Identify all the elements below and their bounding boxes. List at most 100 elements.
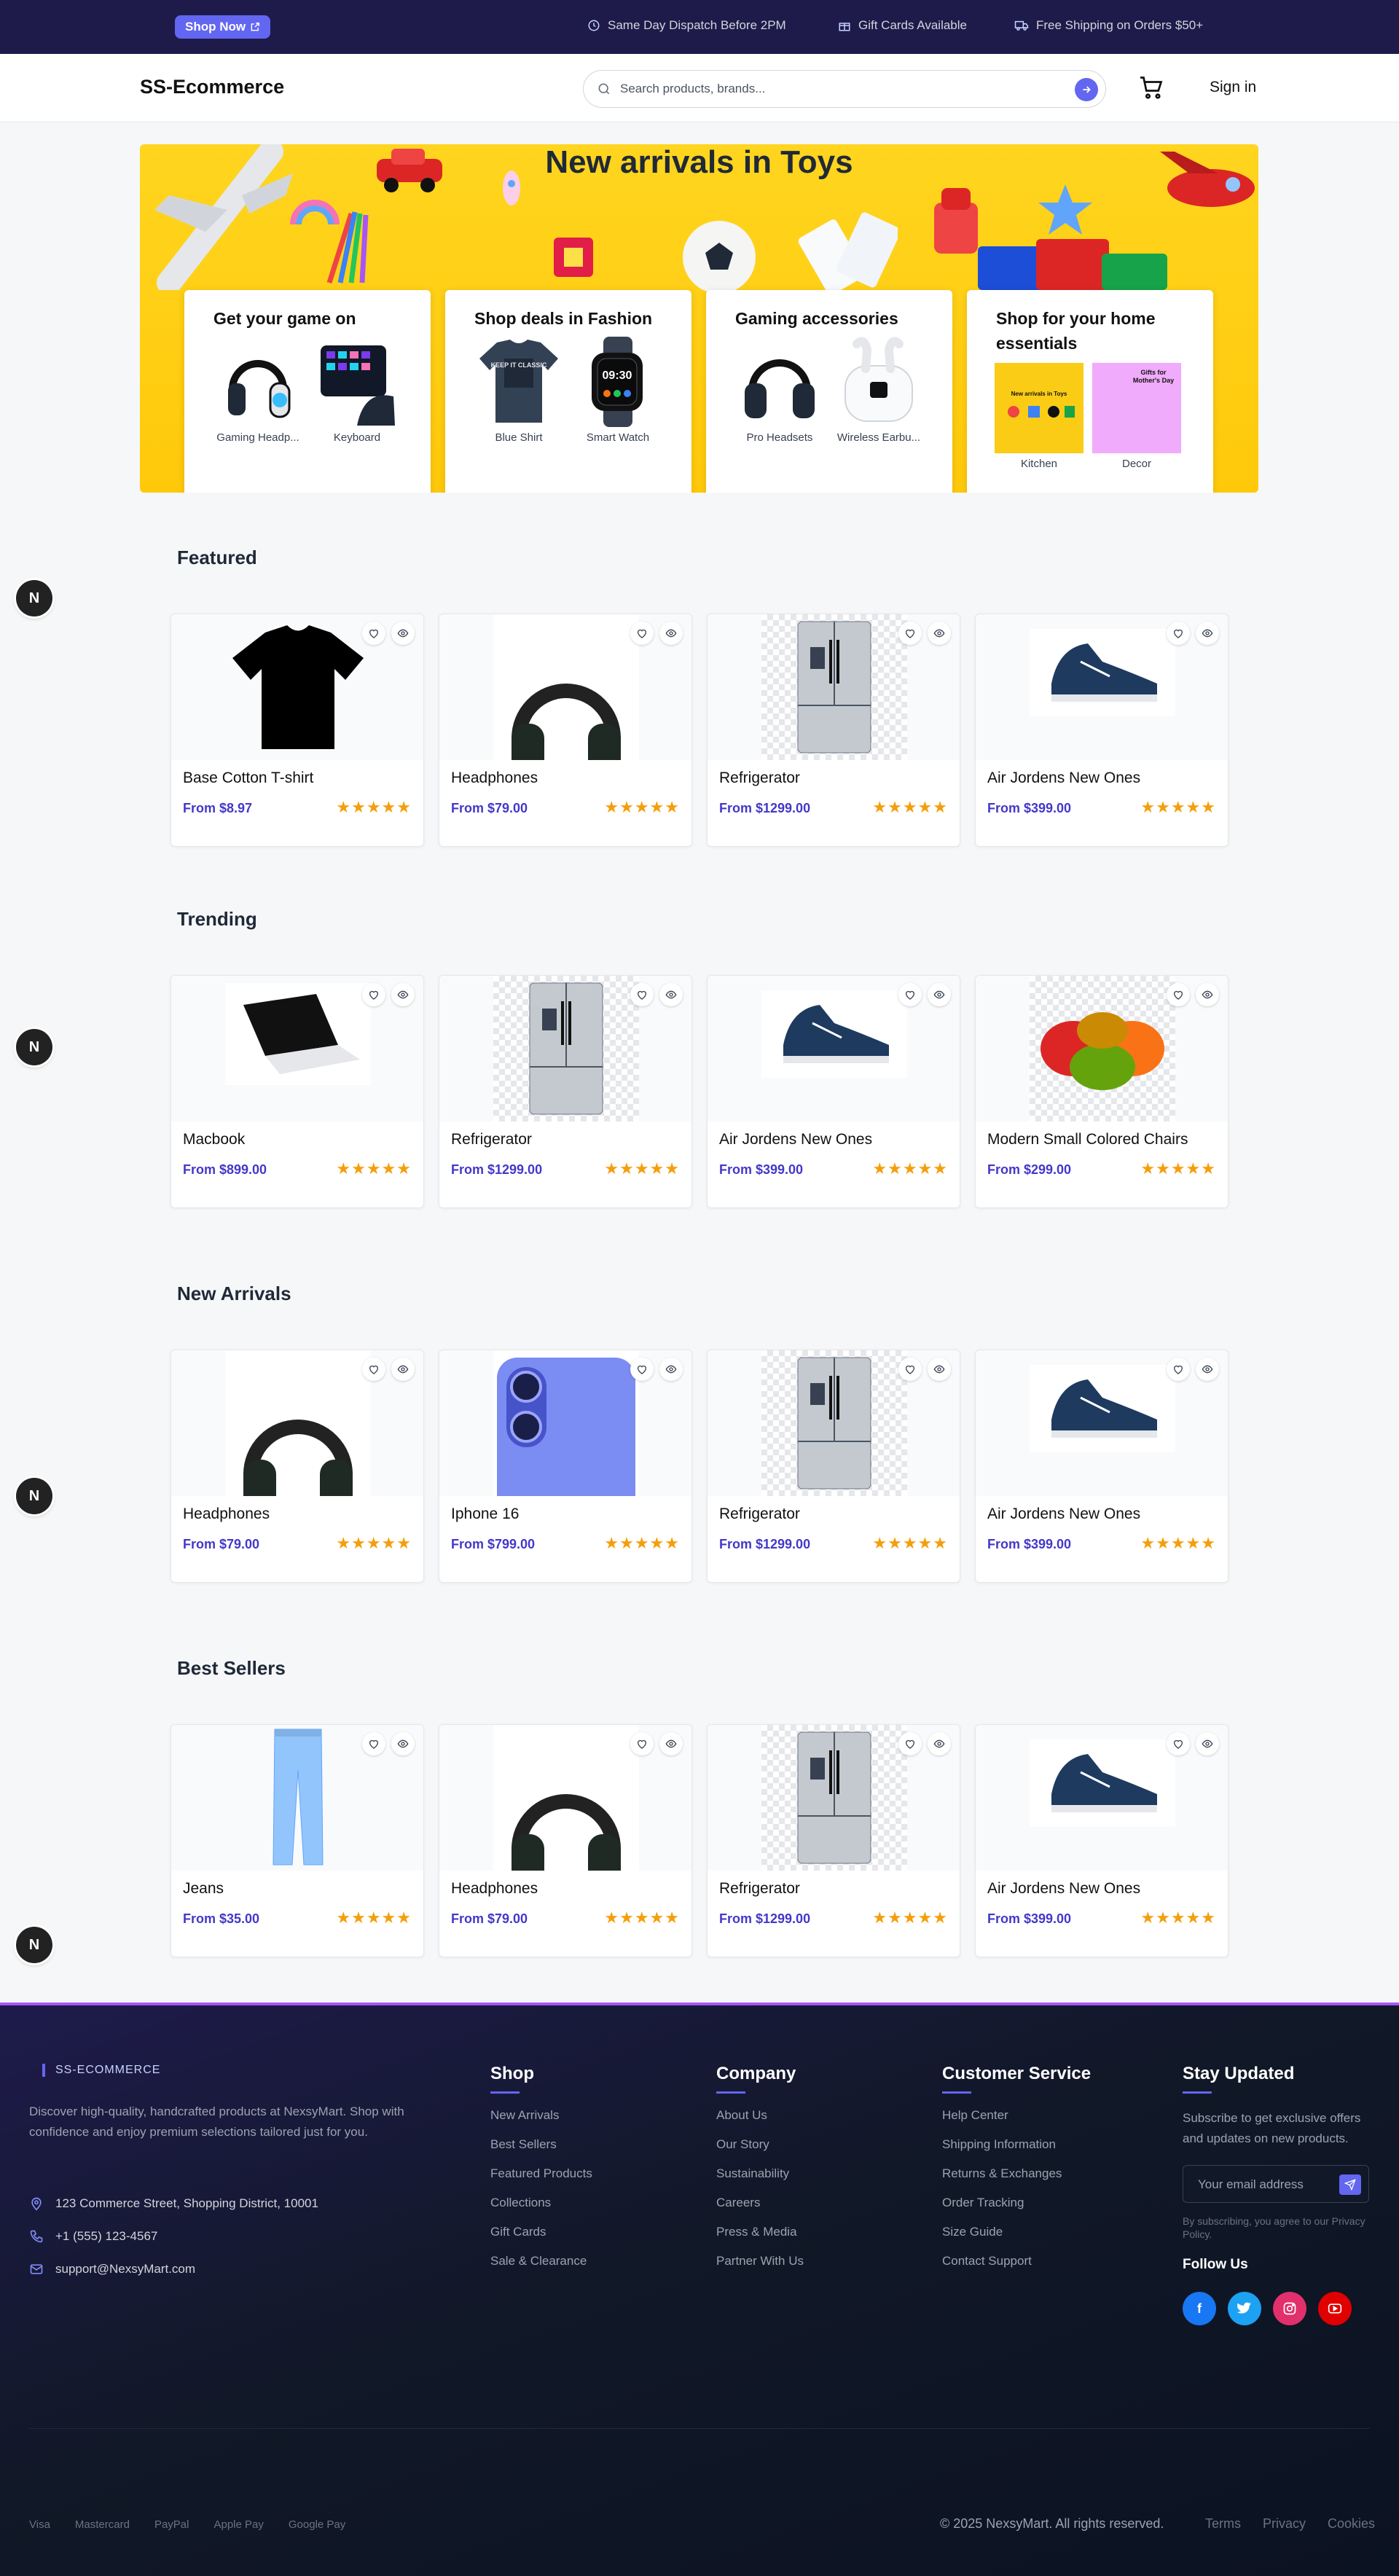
quick-view-eye-icon[interactable]	[928, 1358, 951, 1381]
tile-kitchen[interactable]: New arrivals in Toys Kitchen	[995, 363, 1083, 470]
product-card[interactable]: Air Jordens New Ones From $399.00 ★★★★★	[975, 1724, 1228, 1957]
footer-link[interactable]: Terms	[1205, 2516, 1241, 2532]
tile-decor[interactable]: Gifts for Mother's Day Decor	[1092, 363, 1181, 470]
product-card[interactable]: Macbook From $899.00 ★★★★★	[171, 975, 424, 1208]
quick-view-eye-icon[interactable]	[1196, 622, 1219, 645]
instagram-icon[interactable]	[1273, 2292, 1306, 2325]
search-input[interactable]	[620, 77, 1057, 101]
quick-view-eye-icon[interactable]	[928, 983, 951, 1006]
footer-phone[interactable]: +1 (555) 123-4567	[29, 2229, 157, 2244]
product-card[interactable]: Iphone 16 From $799.00 ★★★★★	[439, 1350, 692, 1583]
footer-link[interactable]: Size Guide	[942, 2225, 1091, 2254]
product-card[interactable]: Air Jordens New Ones From $399.00 ★★★★★	[707, 975, 960, 1208]
footer-link[interactable]: Mastercard	[75, 2518, 130, 2531]
footer-link[interactable]: Order Tracking	[942, 2196, 1091, 2225]
footer-link[interactable]: Privacy	[1263, 2516, 1306, 2532]
card-gaming[interactable]: Get your game on Gaming Headp... Keyboar…	[184, 290, 431, 493]
wishlist-heart-icon[interactable]	[630, 622, 654, 645]
footer-link[interactable]: Sale & Clearance	[490, 2254, 592, 2283]
product-card[interactable]: Refrigerator From $1299.00 ★★★★★	[707, 1724, 960, 1957]
facebook-icon[interactable]: f	[1183, 2292, 1216, 2325]
product-name[interactable]: Modern Small Colored Chairs	[987, 1131, 1188, 1148]
quick-view-eye-icon[interactable]	[928, 1732, 951, 1755]
wishlist-heart-icon[interactable]	[362, 983, 385, 1006]
product-name[interactable]: Air Jordens New Ones	[987, 1506, 1140, 1523]
quick-view-eye-icon[interactable]	[659, 622, 683, 645]
product-name[interactable]: Air Jordens New Ones	[987, 1880, 1140, 1898]
footer-link[interactable]: Partner With Us	[716, 2254, 804, 2283]
footer-link[interactable]: Shipping Information	[942, 2137, 1091, 2166]
product-card[interactable]: Base Cotton T-shirt From $8.97 ★★★★★	[171, 614, 424, 847]
product-name[interactable]: Refrigerator	[719, 1880, 800, 1898]
footer-link[interactable]: Cookies	[1328, 2516, 1375, 2532]
product-name[interactable]: Headphones	[451, 1880, 538, 1898]
wishlist-heart-icon[interactable]	[1167, 1732, 1190, 1755]
footer-link[interactable]: Gift Cards	[490, 2225, 592, 2254]
quick-view-eye-icon[interactable]	[659, 1358, 683, 1381]
footer-link[interactable]: Best Sellers	[490, 2137, 592, 2166]
card-fashion[interactable]: Shop deals in Fashion KEEP IT CLASSIC Bl…	[445, 290, 691, 493]
product-card[interactable]: Modern Small Colored Chairs From $299.00 ★…	[975, 975, 1228, 1208]
quick-view-eye-icon[interactable]	[391, 983, 415, 1006]
footer-link[interactable]: Our Story	[716, 2137, 804, 2166]
product-card[interactable]: Refrigerator From $1299.00 ★★★★★	[707, 1350, 960, 1583]
product-name[interactable]: Refrigerator	[719, 770, 800, 787]
wishlist-heart-icon[interactable]	[1167, 622, 1190, 645]
footer-link[interactable]: Returns & Exchanges	[942, 2166, 1091, 2196]
product-card[interactable]: Headphones From $79.00 ★★★★★	[439, 614, 692, 847]
product-name[interactable]: Base Cotton T-shirt	[183, 770, 313, 787]
footer-link[interactable]: PayPal	[154, 2518, 189, 2531]
wishlist-heart-icon[interactable]	[630, 1358, 654, 1381]
next-badge[interactable]: N	[16, 580, 52, 616]
twitter-icon[interactable]	[1228, 2292, 1261, 2325]
footer-email[interactable]: support@NexsyMart.com	[29, 2262, 195, 2276]
wishlist-heart-icon[interactable]	[630, 1732, 654, 1755]
product-name[interactable]: Refrigerator	[451, 1131, 532, 1148]
product-name[interactable]: Headphones	[451, 770, 538, 787]
quick-view-eye-icon[interactable]	[391, 1732, 415, 1755]
card-home-essentials[interactable]: Shop for your home essentials New arriva…	[967, 290, 1213, 493]
product-card[interactable]: Refrigerator From $1299.00 ★★★★★	[707, 614, 960, 847]
quick-view-eye-icon[interactable]	[659, 983, 683, 1006]
quick-view-eye-icon[interactable]	[391, 622, 415, 645]
footer-link[interactable]: Careers	[716, 2196, 804, 2225]
search-submit-button[interactable]	[1075, 78, 1098, 101]
wishlist-heart-icon[interactable]	[1167, 983, 1190, 1006]
next-badge[interactable]: N	[16, 1478, 52, 1514]
youtube-icon[interactable]	[1318, 2292, 1352, 2325]
wishlist-heart-icon[interactable]	[362, 1358, 385, 1381]
wishlist-heart-icon[interactable]	[630, 983, 654, 1006]
wishlist-heart-icon[interactable]	[362, 622, 385, 645]
product-name[interactable]: Iphone 16	[451, 1506, 519, 1523]
shop-now-button[interactable]: Shop Now	[175, 15, 271, 39]
quick-view-eye-icon[interactable]	[1196, 1732, 1219, 1755]
quick-view-eye-icon[interactable]	[659, 1732, 683, 1755]
card-gaming-accessories[interactable]: Gaming accessories Pro Headsets Wireless…	[706, 290, 952, 493]
product-card[interactable]: Air Jordens New Ones From $399.00 ★★★★★	[975, 1350, 1228, 1583]
tile-keyboard[interactable]: Keyboard	[313, 337, 401, 444]
newsletter-email-input[interactable]	[1198, 2174, 1336, 2195]
footer-link[interactable]: Sustainability	[716, 2166, 804, 2196]
footer-link[interactable]: Apple Pay	[213, 2518, 263, 2531]
product-card[interactable]: Headphones From $79.00 ★★★★★	[171, 1350, 424, 1583]
quick-view-eye-icon[interactable]	[1196, 983, 1219, 1006]
tile-gaming-headphones[interactable]: Gaming Headp...	[213, 337, 302, 444]
footer-link[interactable]: About Us	[716, 2108, 804, 2137]
next-badge[interactable]: N	[16, 1029, 52, 1065]
wishlist-heart-icon[interactable]	[898, 1732, 922, 1755]
cart-icon[interactable]	[1138, 74, 1164, 101]
footer-link[interactable]: Collections	[490, 2196, 592, 2225]
product-card[interactable]: Headphones From $79.00 ★★★★★	[439, 1724, 692, 1957]
quick-view-eye-icon[interactable]	[1196, 1358, 1219, 1381]
brand-logo[interactable]: SS-Ecommerce	[140, 76, 284, 98]
product-card[interactable]: Air Jordens New Ones From $399.00 ★★★★★	[975, 614, 1228, 847]
wishlist-heart-icon[interactable]	[1167, 1358, 1190, 1381]
wishlist-heart-icon[interactable]	[898, 622, 922, 645]
footer-link[interactable]: Press & Media	[716, 2225, 804, 2254]
product-name[interactable]: Macbook	[183, 1131, 245, 1148]
product-name[interactable]: Air Jordens New Ones	[719, 1131, 872, 1148]
quick-view-eye-icon[interactable]	[391, 1358, 415, 1381]
tile-wireless-earbuds[interactable]: Wireless Earbu...	[834, 337, 923, 444]
footer-link[interactable]: Help Center	[942, 2108, 1091, 2137]
product-card[interactable]: Jeans From $35.00 ★★★★★	[171, 1724, 424, 1957]
